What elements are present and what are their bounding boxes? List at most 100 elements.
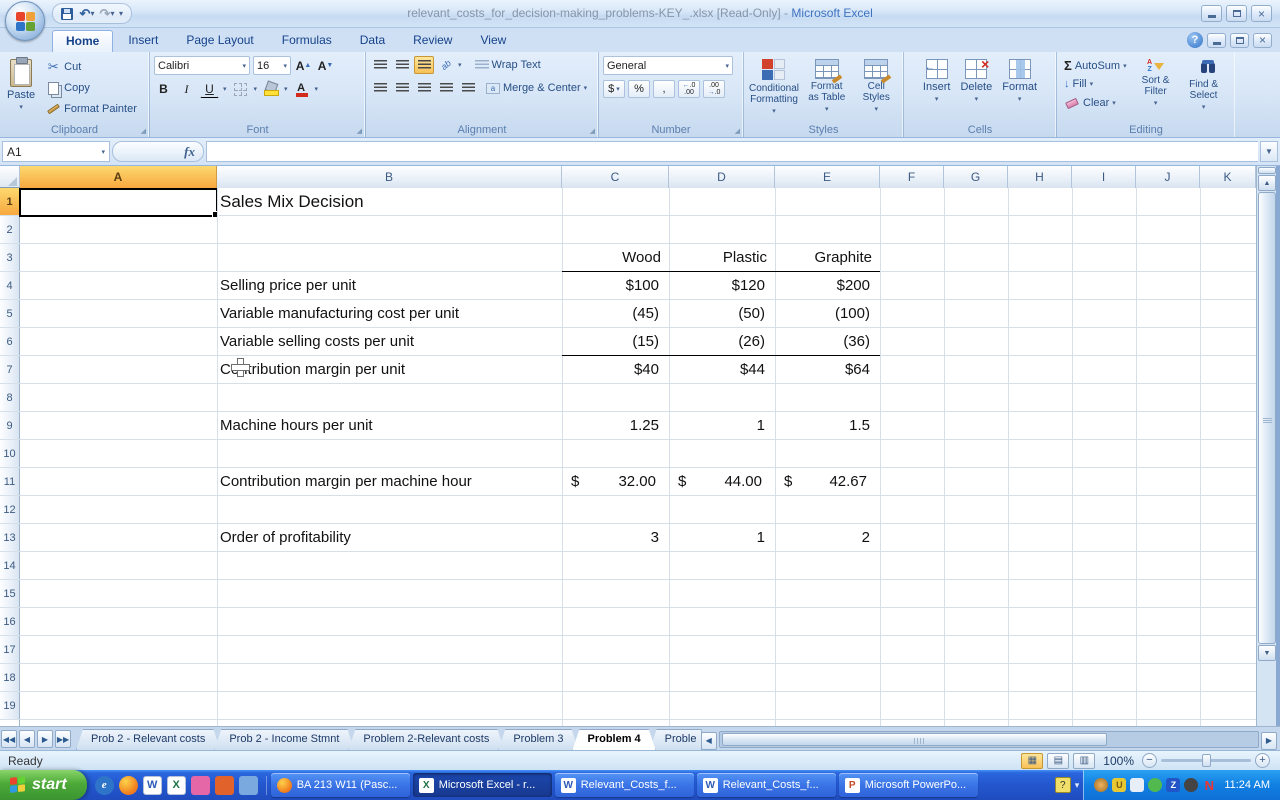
- merge-center-button[interactable]: aMerge & Center▾: [483, 81, 590, 95]
- col-header-B[interactable]: B: [217, 166, 562, 188]
- zoom-out-button[interactable]: −: [1142, 753, 1157, 768]
- scroll-down-button[interactable]: ▼: [1258, 645, 1276, 661]
- redo-button[interactable]: ↷▾: [99, 6, 115, 22]
- horizontal-scroll-track[interactable]: [719, 731, 1259, 748]
- grid-body[interactable]: Sales Mix DecisionWoodPlasticGraphiteSel…: [0, 188, 1256, 726]
- vertical-split-handle[interactable]: [1258, 167, 1276, 174]
- italic-button[interactable]: I: [177, 80, 196, 98]
- delete-cells-button[interactable]: Delete▾: [957, 56, 995, 103]
- page-layout-view-button[interactable]: ▤: [1047, 753, 1069, 769]
- orientation-button[interactable]: ab: [436, 56, 456, 74]
- qat-customize-button[interactable]: ▾: [119, 9, 123, 18]
- quicklaunch-messenger-icon[interactable]: [239, 776, 258, 795]
- number-format-select[interactable]: General▾: [603, 56, 733, 75]
- paste-button[interactable]: Paste▾: [4, 56, 38, 118]
- tray-icon-4[interactable]: [1148, 778, 1162, 792]
- decrease-indent-button[interactable]: [436, 79, 456, 97]
- insert-cells-button[interactable]: Insert▾: [920, 56, 954, 103]
- quicklaunch-excel-icon[interactable]: X: [167, 776, 186, 795]
- increase-decimal-button[interactable]: ←.0.00: [678, 80, 700, 98]
- align-right-button[interactable]: [414, 79, 434, 97]
- align-center-button[interactable]: [392, 79, 412, 97]
- restore-button[interactable]: [1226, 5, 1247, 22]
- align-bottom-button[interactable]: [414, 56, 434, 74]
- cell-C3[interactable]: Wood: [562, 244, 669, 272]
- horizontal-scroll-thumb[interactable]: [722, 733, 1107, 746]
- percent-style-button[interactable]: %: [628, 80, 650, 98]
- tray-icon-z[interactable]: Z: [1166, 778, 1180, 792]
- tray-clock[interactable]: 11:24 AM: [1224, 779, 1270, 791]
- grow-font-button[interactable]: A▲: [294, 57, 313, 75]
- cell-B5[interactable]: Variable manufacturing cost per unit: [217, 300, 562, 328]
- expand-formula-bar-button[interactable]: ▼: [1260, 141, 1278, 162]
- cut-button[interactable]: ✂Cut: [42, 58, 140, 76]
- cell-B6[interactable]: Variable selling costs per unit: [217, 328, 562, 356]
- zoom-slider[interactable]: [1161, 759, 1251, 762]
- col-header-H[interactable]: H: [1008, 166, 1072, 188]
- cell-C9[interactable]: 1.25: [562, 412, 669, 440]
- undo-button[interactable]: ↶▾: [79, 6, 95, 22]
- taskbar-button-powerpoint-4[interactable]: PMicrosoft PowerPo...: [839, 773, 978, 797]
- cell-C11[interactable]: $32.00: [562, 468, 669, 496]
- cell-E13[interactable]: 2: [775, 524, 880, 552]
- prev-sheet-button[interactable]: ◀: [19, 730, 35, 748]
- sheet-tab-prob-2-relevant-costs[interactable]: Prob 2 - Relevant costs: [76, 729, 220, 750]
- cell-B7[interactable]: Contribution margin per unit: [217, 356, 562, 384]
- underline-button[interactable]: U: [200, 80, 219, 98]
- cell-B11[interactable]: Contribution margin per machine hour: [217, 468, 562, 496]
- taskbar-button-excel-1[interactable]: XMicrosoft Excel - r...: [413, 773, 552, 797]
- number-dialog-launcher[interactable]: ◢: [735, 127, 740, 135]
- vertical-scrollbar[interactable]: ▲ ▼: [1256, 166, 1276, 726]
- tab-home[interactable]: Home: [52, 30, 113, 52]
- col-header-K[interactable]: K: [1200, 166, 1256, 188]
- fill-color-button[interactable]: [261, 80, 280, 98]
- taskbar-help-icon[interactable]: ?: [1055, 777, 1071, 793]
- cell-E3[interactable]: Graphite: [775, 244, 880, 272]
- cell-C7[interactable]: $40: [562, 356, 669, 384]
- cell-B1[interactable]: Sales Mix Decision: [217, 188, 562, 216]
- cell-C5[interactable]: (45): [562, 300, 669, 328]
- alignment-dialog-launcher[interactable]: ◢: [590, 127, 595, 135]
- workbook-restore-button[interactable]: [1230, 33, 1249, 48]
- tray-icon-3[interactable]: [1130, 778, 1144, 792]
- clipboard-dialog-launcher[interactable]: ◢: [141, 127, 146, 135]
- cell-E4[interactable]: $200: [775, 272, 880, 300]
- cell-B4[interactable]: Selling price per unit: [217, 272, 562, 300]
- taskbar-button-word-2[interactable]: WRelevant_Costs_f...: [555, 773, 694, 797]
- sheet-tab-proble[interactable]: Proble: [650, 729, 702, 750]
- workbook-close-button[interactable]: ×: [1253, 33, 1272, 48]
- find-select-button[interactable]: Find & Select▾: [1182, 56, 1226, 112]
- cell-styles-button[interactable]: Cell Styles▾: [853, 56, 899, 115]
- format-as-table-button[interactable]: Format as Table▾: [802, 56, 851, 115]
- sort-filter-button[interactable]: AZ Sort & Filter▾: [1134, 56, 1178, 112]
- save-button[interactable]: [59, 6, 75, 22]
- minimize-button[interactable]: [1201, 5, 1222, 22]
- sheet-tab-problem-3[interactable]: Problem 3: [498, 729, 578, 750]
- font-dialog-launcher[interactable]: ◢: [357, 127, 362, 135]
- cell-D9[interactable]: 1: [669, 412, 775, 440]
- cell-D5[interactable]: (50): [669, 300, 775, 328]
- start-button[interactable]: start: [0, 770, 87, 800]
- quicklaunch-key-icon[interactable]: [191, 776, 210, 795]
- col-header-D[interactable]: D: [669, 166, 775, 188]
- align-left-button[interactable]: [370, 79, 390, 97]
- zoom-slider-thumb[interactable]: [1202, 754, 1211, 767]
- tab-page-layout[interactable]: Page Layout: [173, 30, 266, 52]
- office-button[interactable]: [5, 1, 45, 41]
- sheet-tab-problem-4[interactable]: Problem 4: [572, 729, 655, 750]
- tab-view[interactable]: View: [467, 30, 519, 52]
- fill-button[interactable]: ↓Fill▾: [1061, 77, 1130, 91]
- scroll-up-button[interactable]: ▲: [1258, 175, 1276, 191]
- cell-E5[interactable]: (100): [775, 300, 880, 328]
- tray-icon-shield[interactable]: U: [1112, 778, 1126, 792]
- page-break-view-button[interactable]: ▥: [1073, 753, 1095, 769]
- first-sheet-button[interactable]: ◀◀: [1, 730, 17, 748]
- cell-D11[interactable]: $44.00: [669, 468, 775, 496]
- increase-indent-button[interactable]: [458, 79, 478, 97]
- align-top-button[interactable]: [370, 56, 390, 74]
- cell-D4[interactable]: $120: [669, 272, 775, 300]
- zoom-in-button[interactable]: +: [1255, 753, 1270, 768]
- last-sheet-button[interactable]: ▶▶: [55, 730, 71, 748]
- cell-E9[interactable]: 1.5: [775, 412, 880, 440]
- decrease-decimal-button[interactable]: .00→.0: [703, 80, 725, 98]
